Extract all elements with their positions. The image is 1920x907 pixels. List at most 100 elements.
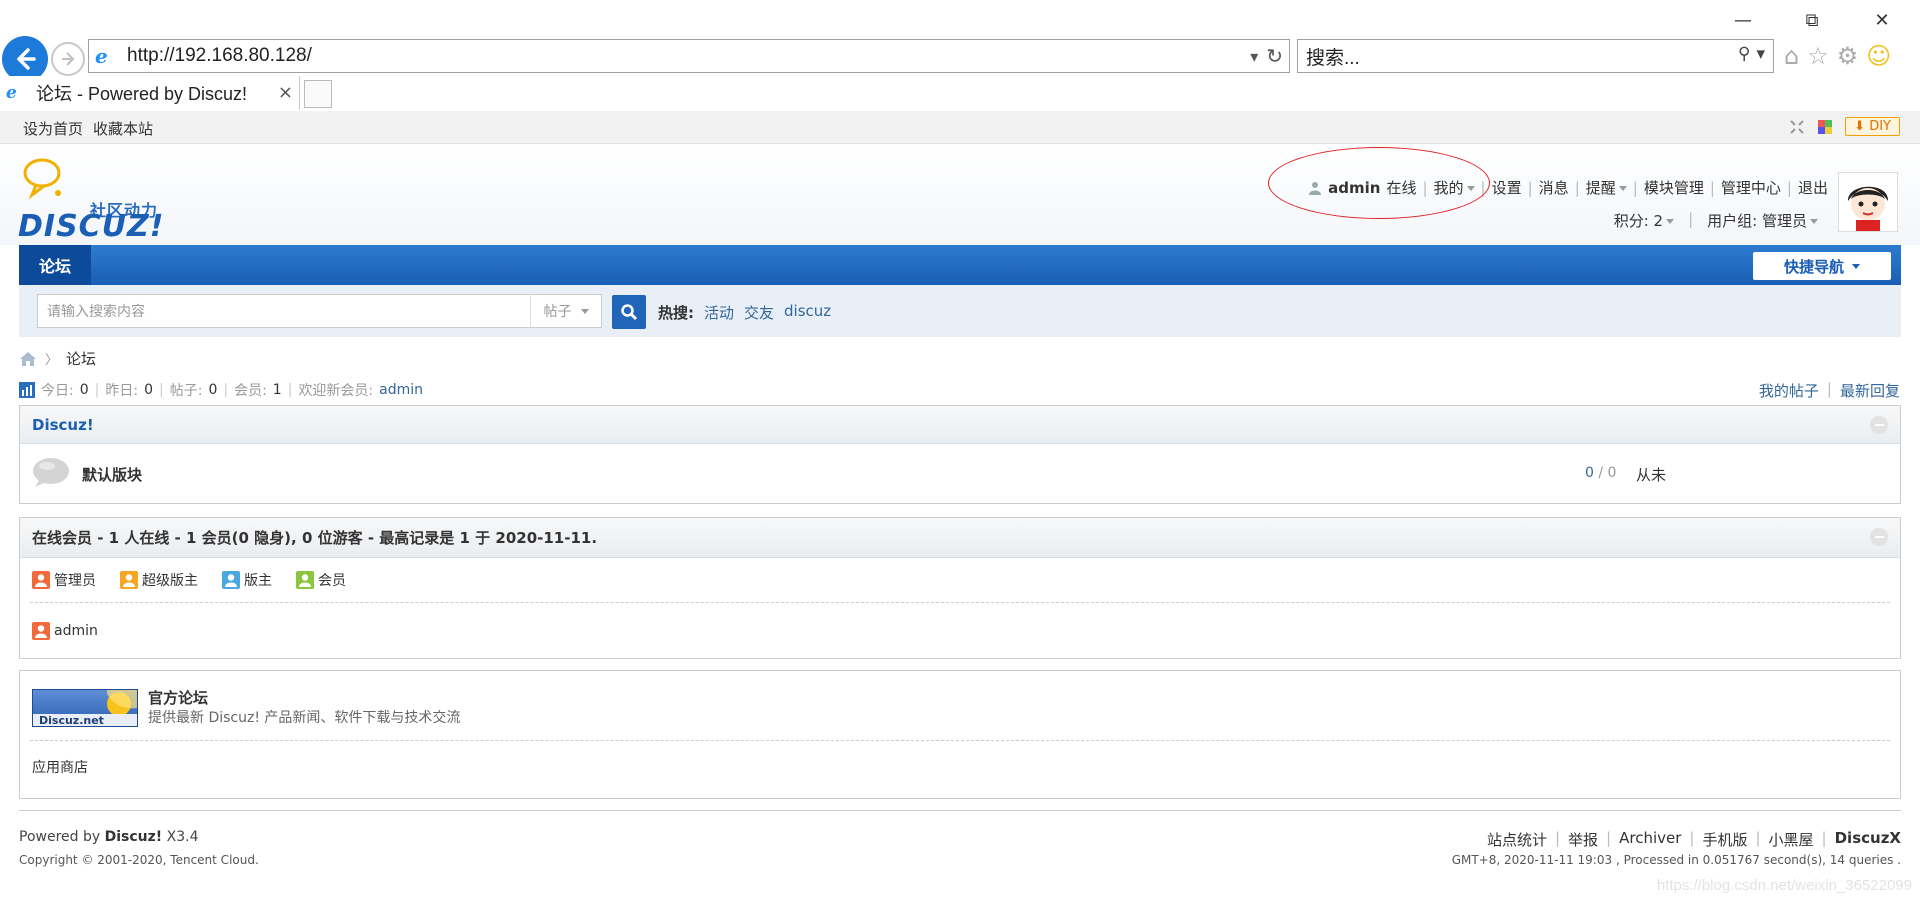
user-group-legend: 管理员 超级版主 版主 会员 — [30, 558, 1890, 603]
address-bar[interactable]: e http://192.168.80.128/ ▾ ↻ — [88, 39, 1290, 73]
forum-stats: 今日: 0 | 昨日: 0 | 帖子: 0 | 会员: 1 | 欢迎新会员: admin — [19, 380, 423, 400]
footer-link-report[interactable]: 举报 — [1568, 829, 1598, 850]
notices-menu[interactable]: 提醒 — [1586, 177, 1627, 198]
member-user-icon — [296, 571, 314, 589]
footer-links: 站点统计 | 举报 | Archiver | 手机版 | 小黑屋 | Discu… — [1487, 829, 1901, 850]
logout-link[interactable]: 退出 — [1798, 177, 1828, 198]
favorites-star-icon[interactable]: ☆ — [1807, 42, 1829, 70]
footer-link-mobile[interactable]: 手机版 — [1702, 829, 1747, 850]
logo-brand: DISCUZ! — [18, 209, 165, 244]
last-post: 从未 — [1636, 466, 1667, 484]
forum-name-link[interactable]: 默认版块 — [82, 464, 142, 485]
discuz-net-logo[interactable]: Discuz.net — [32, 689, 138, 727]
legend-label: 版主 — [244, 573, 272, 589]
search-button[interactable] — [612, 295, 646, 329]
official-forum-desc: 提供最新 Discuz! 产品新闻、软件下载与技术交流 — [148, 710, 461, 726]
separator: | — [1527, 178, 1533, 197]
today-label: 今日: — [41, 383, 74, 399]
legend-item: 版主 — [222, 570, 272, 590]
notices-label: 提醒 — [1585, 179, 1616, 197]
arrow-left-icon — [17, 48, 36, 70]
collapse-icon[interactable] — [1870, 416, 1888, 434]
category-title[interactable]: Discuz! — [32, 416, 94, 434]
color-style-icon[interactable] — [1817, 119, 1833, 135]
discuz-logo[interactable]: 社区动力 DISCUZ! — [18, 157, 188, 244]
restore-icon[interactable]: ⧉ — [1797, 8, 1827, 32]
smiley-icon[interactable]: ☺ — [1866, 42, 1891, 70]
home-icon[interactable]: ⌂ — [1784, 42, 1799, 70]
refresh-icon[interactable]: ↻ — [1266, 44, 1283, 68]
separator: | — [94, 382, 100, 398]
search-input[interactable]: 请输入搜索内容 — [37, 294, 531, 328]
forward-button[interactable] — [51, 42, 85, 76]
new-tab-button[interactable] — [304, 80, 332, 108]
hot-search-link[interactable]: 交友 — [744, 302, 774, 323]
app-store-link[interactable]: 应用商店 — [32, 757, 88, 777]
stats-chart-icon — [19, 382, 35, 398]
my-posts-link[interactable]: 我的帖子 — [1759, 380, 1819, 401]
search-type-select[interactable]: 帖子 — [530, 294, 602, 328]
search-icon — [621, 304, 638, 321]
home-icon[interactable] — [19, 351, 37, 367]
powered-brand[interactable]: Discuz! — [105, 829, 163, 845]
tab-close-icon[interactable]: × — [278, 82, 293, 103]
collapse-icon[interactable] — [1870, 528, 1888, 546]
category-box: Discuz! 默认版块 0 / 0 从未 — [19, 405, 1901, 504]
messages-link[interactable]: 消息 — [1539, 177, 1569, 198]
official-forum-link[interactable]: 官方论坛 — [148, 687, 208, 708]
tab-ie-icon: e — [6, 83, 17, 103]
category-header: Discuz! — [20, 406, 1900, 444]
chevron-down-icon — [1666, 219, 1675, 224]
hot-search-link[interactable]: 活动 — [704, 302, 734, 323]
admin-user-icon — [32, 571, 50, 589]
latest-replies-link[interactable]: 最新回复 — [1840, 380, 1900, 401]
legend-item: 超级版主 — [120, 570, 198, 590]
footer-link-stats[interactable]: 站点统计 — [1487, 829, 1547, 850]
app-store-row: 应用商店 — [20, 741, 1900, 793]
online-user-link[interactable]: admin — [54, 623, 98, 639]
credits-menu[interactable]: 积分: 2 — [1614, 210, 1675, 231]
powered-prefix: Powered by — [19, 829, 101, 845]
separator: | — [159, 382, 164, 398]
footer-link-blacklist[interactable]: 小黑屋 — [1769, 829, 1814, 850]
hot-search-label: 热搜: — [658, 304, 694, 322]
hot-search-link[interactable]: discuz — [784, 302, 831, 323]
close-window-icon[interactable]: ✕ — [1867, 8, 1897, 32]
dropdown-icon[interactable]: ▾ — [1250, 47, 1258, 66]
search-icon[interactable]: ⚲ — [1738, 44, 1750, 64]
footer-brand[interactable]: DiscuzX — [1835, 829, 1901, 850]
footer-link-archiver[interactable]: Archiver — [1619, 829, 1681, 850]
admin-center-link[interactable]: 管理中心 — [1721, 177, 1781, 198]
block-admin-link[interactable]: 模块管理 — [1644, 177, 1704, 198]
site-footer: Powered by Discuz! X3.4 Copyright © 2001… — [19, 810, 1901, 867]
online-title: 在线会员 - 1 人在线 - 1 会员(0 隐身), 0 位游客 - 最高记录是… — [32, 529, 598, 547]
minimize-icon[interactable]: — — [1728, 8, 1758, 32]
settings-link[interactable]: 设置 — [1492, 177, 1522, 198]
quick-nav-label: 快捷导航 — [1783, 257, 1844, 276]
diy-label: DIY — [1869, 119, 1891, 134]
address-row: e http://192.168.80.128/ ▾ ↻ 搜索... ⚲ ▾ ⌂… — [0, 34, 1920, 82]
search-dropdown-icon[interactable]: ▾ — [1756, 44, 1765, 64]
browser-search-box[interactable]: 搜索... ⚲ ▾ — [1297, 39, 1774, 73]
breadcrumb-current: 论坛 — [66, 350, 97, 368]
tab-title: 论坛 - Powered by Discuz! — [36, 84, 248, 104]
quick-nav-button[interactable]: 快捷导航 — [1753, 252, 1891, 280]
avatar[interactable] — [1838, 172, 1898, 232]
annotation-ellipse — [1268, 147, 1490, 219]
gear-icon[interactable]: ⚙ — [1837, 42, 1859, 70]
usergroup-menu[interactable]: 用户组: 管理员 — [1707, 210, 1818, 231]
diy-button[interactable]: ⬇ DIY — [1845, 117, 1900, 136]
tab-forum[interactable]: e 论坛 - Powered by Discuz! × — [0, 76, 300, 110]
bookmark-link[interactable]: 收藏本站 — [93, 118, 153, 139]
legend-item: 会员 — [296, 570, 346, 590]
newest-member-link[interactable]: admin — [379, 382, 423, 398]
separator: | — [1688, 210, 1694, 228]
forum-search-bar: 请输入搜索内容 帖子 热搜: 活动 交友 discuz — [19, 285, 1901, 337]
breadcrumb: 〉 论坛 — [19, 348, 96, 369]
set-homepage-link[interactable]: 设为首页 — [23, 118, 83, 139]
separator: | — [223, 382, 229, 398]
separator: | — [1574, 178, 1580, 197]
nav-item-forum[interactable]: 论坛 — [19, 245, 91, 285]
switch-width-icon[interactable] — [1789, 119, 1805, 135]
server-info: GMT+8, 2020-11-11 19:03 , Processed in 0… — [1451, 853, 1901, 867]
